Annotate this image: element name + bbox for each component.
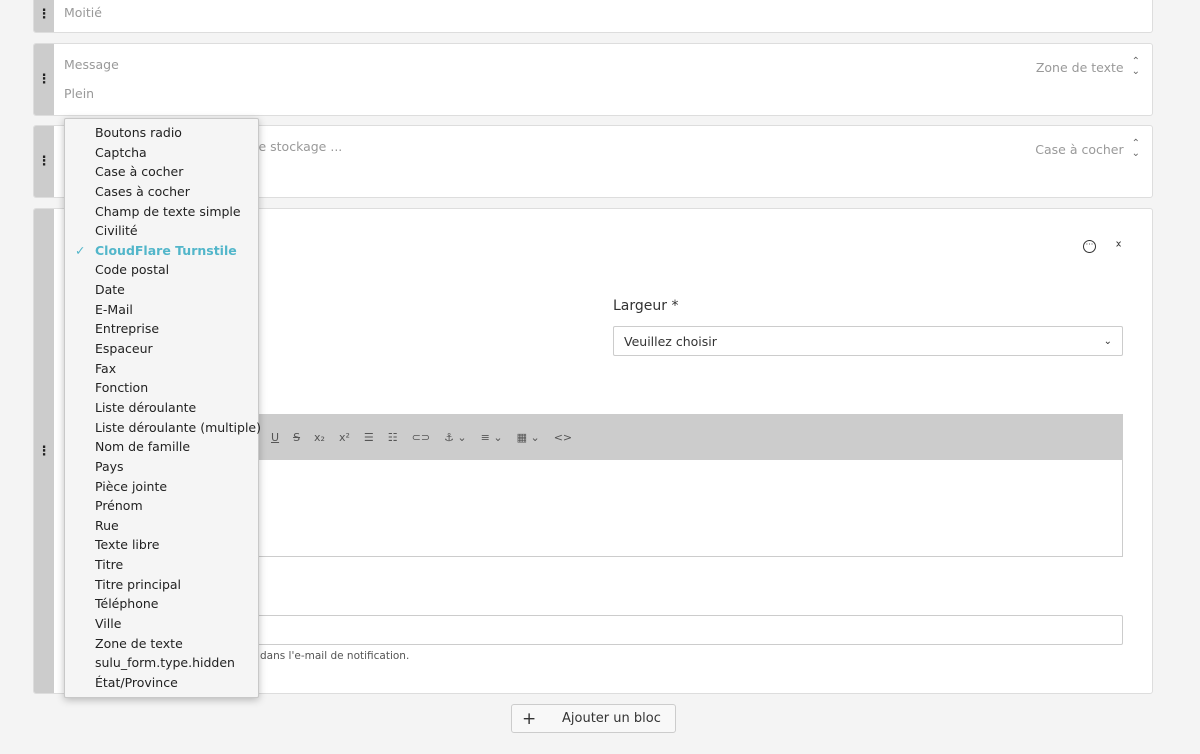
- dropdown-option[interactable]: Zone de texte: [65, 634, 258, 654]
- collapse-icon[interactable]: ⌄ ⌃: [1114, 235, 1123, 254]
- option-label: Case à cocher: [95, 164, 184, 180]
- block-label: Message: [64, 57, 119, 72]
- dropdown-option[interactable]: Fax: [65, 359, 258, 379]
- type-dropdown-menu: Boutons radio Captcha Case à cocher Cases à…: [64, 118, 261, 698]
- dropdown-option[interactable]: Code postal: [65, 260, 258, 280]
- block-label: le stockage ...: [255, 139, 343, 154]
- option-label: Date: [95, 282, 125, 298]
- superscript-icon[interactable]: x²: [339, 431, 350, 444]
- block-width: Moitié: [64, 5, 102, 20]
- dropdown-option[interactable]: sulu_form.type.hidden: [65, 653, 258, 673]
- option-label: Téléphone: [95, 596, 159, 612]
- option-label: Rue: [95, 517, 119, 533]
- dropdown-option[interactable]: Prénom: [65, 496, 258, 516]
- link-icon[interactable]: ⊂⊃: [412, 431, 430, 444]
- option-label: Texte libre: [95, 537, 160, 553]
- dropdown-option[interactable]: Titre: [65, 555, 258, 575]
- width-select[interactable]: Veuillez choisir ⌄: [613, 326, 1123, 356]
- dropdown-option[interactable]: Liste déroulante (multiple): [65, 418, 261, 438]
- align-icon[interactable]: ≡ ⌄: [481, 431, 503, 444]
- subscript-icon[interactable]: x₂: [314, 431, 325, 444]
- option-label: E-Mail: [95, 301, 133, 317]
- option-label: Liste déroulante: [95, 399, 197, 415]
- dropdown-option[interactable]: Nom de famille: [65, 437, 258, 457]
- plus-icon: +: [522, 708, 537, 729]
- type-select[interactable]: Zone de texte ⌃ ⌄: [1036, 57, 1140, 77]
- dropdown-option[interactable]: Champ de texte simple: [65, 202, 258, 222]
- option-label: Zone de texte: [95, 635, 183, 651]
- more-options-icon[interactable]: ···: [1083, 240, 1096, 253]
- block-1: ⋮ Moitié: [33, 0, 1153, 33]
- option-label: Pièce jointe: [95, 478, 168, 494]
- dropdown-option[interactable]: Entreprise: [65, 319, 258, 339]
- check-icon: ✓: [75, 242, 86, 258]
- dropdown-option[interactable]: Titre principal: [65, 575, 258, 595]
- dropdown-option[interactable]: Case à cocher: [65, 162, 258, 182]
- dropdown-option[interactable]: Fonction: [65, 378, 258, 398]
- dropdown-option[interactable]: Boutons radio: [65, 123, 258, 143]
- editor-toolbar: U S x₂ x² ☰ ☷ ⊂⊃ ⚓ ⌄ ≡ ⌄ ▦ ⌄ <>: [254, 414, 1123, 460]
- dropdown-option[interactable]: Ville: [65, 614, 258, 634]
- option-label: Fonction: [95, 380, 149, 396]
- option-label: Ville: [95, 616, 122, 632]
- dropdown-option[interactable]: Texte libre: [65, 535, 258, 555]
- option-label: Captcha: [95, 144, 147, 160]
- text-input[interactable]: [254, 615, 1123, 645]
- option-label: Champ de texte simple: [95, 203, 241, 219]
- chevron-updown-icon: ⌃ ⌄: [1131, 138, 1140, 159]
- dropdown-option[interactable]: Pays: [65, 457, 258, 477]
- option-label: Entreprise: [95, 321, 160, 337]
- dropdown-option[interactable]: Pièce jointe: [65, 477, 258, 497]
- option-label: Liste déroulante (multiple): [95, 419, 261, 435]
- width-label: Largeur *: [613, 298, 679, 314]
- dropdown-option[interactable]: Captcha: [65, 143, 258, 163]
- option-label: sulu_form.type.hidden: [95, 655, 235, 671]
- block-message[interactable]: ⋮ Message Plein Zone de texte ⌃ ⌄: [33, 43, 1153, 116]
- dropdown-option[interactable]: État/Province: [65, 673, 258, 693]
- chevron-updown-icon: ⌃ ⌄: [1131, 56, 1140, 77]
- option-label: Titre principal: [95, 576, 182, 592]
- option-label: Espaceur: [95, 341, 153, 357]
- option-label: Code postal: [95, 262, 170, 278]
- option-label: Titre: [95, 557, 124, 573]
- dropdown-option[interactable]: Civilité: [65, 221, 258, 241]
- option-label: CloudFlare Turnstile: [95, 242, 237, 258]
- add-block-button[interactable]: + Ajouter un bloc: [511, 704, 676, 733]
- option-label: Fax: [95, 360, 117, 376]
- add-block-label: Ajouter un bloc: [562, 711, 661, 726]
- type-value: Case à cocher: [1035, 141, 1124, 157]
- anchor-icon[interactable]: ⚓ ⌄: [444, 431, 467, 444]
- type-value: Zone de texte: [1035, 59, 1124, 75]
- dropdown-option[interactable]: Espaceur: [65, 339, 258, 359]
- strikethrough-icon[interactable]: S: [293, 431, 300, 444]
- width-select-value: Veuillez choisir: [624, 333, 717, 349]
- dropdown-option[interactable]: Liste déroulante: [65, 398, 258, 418]
- dropdown-option[interactable]: Rue: [65, 516, 258, 536]
- numbered-list-icon[interactable]: ☷: [388, 431, 398, 444]
- option-label: Pays: [95, 458, 124, 474]
- type-select[interactable]: Case à cocher ⌃ ⌄: [1035, 139, 1140, 159]
- source-code-icon[interactable]: <>: [554, 431, 572, 444]
- drag-handle[interactable]: ⋮: [34, 126, 54, 197]
- option-label: Cases à cocher: [95, 183, 190, 199]
- block-width: Plein: [64, 86, 95, 101]
- option-label: Nom de famille: [95, 439, 191, 455]
- dropdown-option[interactable]: E-Mail: [65, 300, 258, 320]
- option-label: Boutons radio: [95, 125, 182, 140]
- option-label: Civilité: [95, 223, 138, 239]
- option-label: Prénom: [95, 498, 143, 514]
- chevron-down-icon: ⌄: [1103, 335, 1112, 347]
- underline-icon[interactable]: U: [271, 431, 279, 444]
- dropdown-option[interactable]: Cases à cocher: [65, 182, 258, 202]
- help-text: dans l'e-mail de notification.: [260, 650, 410, 662]
- drag-handle[interactable]: ⋮: [34, 0, 54, 32]
- bullet-list-icon[interactable]: ☰: [364, 431, 374, 444]
- dropdown-option[interactable]: ✓ CloudFlare Turnstile: [65, 241, 258, 261]
- option-label: État/Province: [95, 674, 178, 690]
- table-icon[interactable]: ▦ ⌄: [517, 431, 540, 444]
- dropdown-option[interactable]: Téléphone: [65, 594, 258, 614]
- dropdown-option[interactable]: Date: [65, 280, 258, 300]
- drag-handle[interactable]: ⋮: [34, 44, 54, 115]
- drag-handle[interactable]: ⋮: [34, 209, 54, 693]
